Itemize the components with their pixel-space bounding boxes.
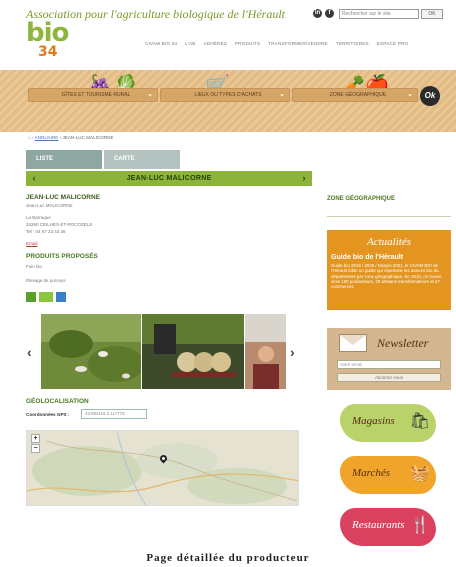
guide-title: Guide bio de l'Hérault xyxy=(331,254,404,261)
nav-territoires[interactable]: TERRITOIRES xyxy=(336,41,369,46)
gps-label: Coordonnées GPS : xyxy=(26,412,70,417)
producer-name: JEAN-LUC MALICORNE xyxy=(26,194,101,201)
producer-address-2: 34260 CEILHES-ET-ROCOZELS xyxy=(26,222,93,227)
map-zoom-out-button[interactable]: − xyxy=(31,444,40,453)
farm-photo-farmer xyxy=(245,314,286,389)
nav-civam[interactable]: CIVAM BIO 34 xyxy=(145,41,177,46)
chevron-down-icon: ⌄ xyxy=(407,91,413,98)
eu-organic-leaf-icon xyxy=(39,292,53,302)
dropdown-zone[interactable]: ZONE GÉOGRAPHIQUE ⌄ xyxy=(292,88,418,102)
news-guide-card[interactable]: Actualités Guide bio de l'Hérault Guide … xyxy=(327,230,451,310)
newsletter-caption: Newsletter xyxy=(377,336,429,350)
header: Association pour l'agriculture biologiqu… xyxy=(0,0,456,68)
shopping-bag-icon: 🛍 xyxy=(409,413,430,430)
logo-text: bio xyxy=(26,18,69,48)
carousel-prev-icon[interactable]: ‹ xyxy=(27,344,32,360)
nature-progres-icon xyxy=(56,292,66,302)
ab-label-icon xyxy=(26,292,36,302)
newsletter-email-input[interactable]: Votre email xyxy=(337,360,441,369)
dropdown-tourism-label: GÎTES ET TOURISME RURAL xyxy=(61,92,131,98)
main-nav: CIVAM BIO 34 L'AB ADHÉREZ PRODUITS TRANS… xyxy=(145,41,408,46)
dropdown-zone-label: ZONE GÉOGRAPHIQUE xyxy=(329,92,387,98)
nav-adherez[interactable]: ADHÉREZ xyxy=(204,41,227,46)
producer-email-link[interactable]: Email xyxy=(26,241,38,246)
facebook-icon[interactable]: f xyxy=(325,9,334,18)
next-producer-icon[interactable]: › xyxy=(298,171,310,186)
magasins-button[interactable]: Magasins 🛍 xyxy=(340,404,436,442)
restaurants-button[interactable]: Restaurants 🍴 xyxy=(340,508,436,546)
home-icon[interactable]: ⌂ xyxy=(28,135,31,140)
carousel-next-icon[interactable]: › xyxy=(290,344,295,360)
envelope-icon xyxy=(339,334,367,352)
farm-photo-hay xyxy=(142,314,244,389)
basket-icon: 🧺 xyxy=(410,465,430,482)
zone-divider xyxy=(327,216,451,217)
chevron-down-icon: ⌄ xyxy=(279,91,285,98)
dropdown-purchase-label: LIEUX OU TYPES D'ACHATS xyxy=(194,92,262,98)
product-line: Élevage de porceys xyxy=(26,278,66,283)
search-input[interactable]: Rechercher sur le site xyxy=(339,9,419,19)
product-line: Foin bio xyxy=(26,264,43,269)
nav-ab[interactable]: L'AB xyxy=(185,41,195,46)
prev-producer-icon[interactable]: ‹ xyxy=(28,171,40,186)
newsletter-subscribe-button[interactable]: Abonnez-vous xyxy=(337,373,441,382)
marches-button[interactable]: Marchés 🧺 xyxy=(340,456,436,494)
chevron-down-icon: ⌄ xyxy=(147,91,153,98)
map-zoom-in-button[interactable]: + xyxy=(31,434,40,443)
gps-coordinates-field[interactable]: 43.693118,3.117776 xyxy=(81,409,147,419)
zone-title: ZONE GÉOGRAPHIQUE xyxy=(327,196,396,202)
bio34-logo[interactable]: bio 34 xyxy=(26,20,70,60)
producer-contact: Jean-Luc MALICORNE xyxy=(26,203,73,208)
geo-title: GÉOLOCALISATION xyxy=(26,398,89,405)
certification-labels xyxy=(26,292,66,302)
guide-body: Guide bio 2016 / 2026 / Depuis 2001, le … xyxy=(331,263,442,290)
tab-list[interactable]: LISTE xyxy=(26,150,102,169)
producer-title-bar: JEAN-LUC MALICORNE ‹ › xyxy=(26,171,312,186)
nav-transformer[interactable]: TRANSFORMER/VENDRE xyxy=(268,41,328,46)
nav-espace-pro[interactable]: ESPACE PRO xyxy=(377,41,409,46)
cutlery-icon: 🍴 xyxy=(410,517,430,534)
news-caption: Actualités xyxy=(367,236,411,248)
breadcrumb: ⌂ › ANNUAIRE › JEAN-LUC MALICORNE xyxy=(28,135,114,140)
search-button[interactable]: OK xyxy=(421,9,443,19)
linkedin-icon[interactable]: in xyxy=(313,9,322,18)
restaurants-label: Restaurants xyxy=(352,519,405,531)
breadcrumb-directory[interactable]: ANNUAIRE xyxy=(35,135,59,140)
nav-produits[interactable]: PRODUITS xyxy=(235,41,260,46)
filter-ok-button[interactable]: Ok xyxy=(420,86,440,106)
map-terrain xyxy=(27,431,298,505)
products-title: PRODUITS PROPOSÉS xyxy=(26,253,98,260)
dropdown-tourism[interactable]: GÎTES ET TOURISME RURAL ⌄ xyxy=(28,88,158,102)
producer-address-1: La Barraque xyxy=(26,215,51,220)
location-map[interactable] xyxy=(26,430,299,506)
figure-caption: Page détaillée du producteur xyxy=(146,552,310,564)
dropdown-purchase[interactable]: LIEUX OU TYPES D'ACHATS ⌄ xyxy=(160,88,290,102)
marches-label: Marchés xyxy=(352,467,391,479)
producer-phone: Tel : 04 67 23 43 46 xyxy=(26,229,66,234)
magasins-label: Magasins xyxy=(352,415,395,427)
logo-number: 34 xyxy=(38,44,58,60)
producer-title: JEAN-LUC MALICORNE xyxy=(126,175,212,182)
farm-photo-goats xyxy=(41,314,141,389)
breadcrumb-current: JEAN-LUC MALICORNE xyxy=(62,135,114,140)
tab-map[interactable]: CARTE xyxy=(104,150,180,169)
